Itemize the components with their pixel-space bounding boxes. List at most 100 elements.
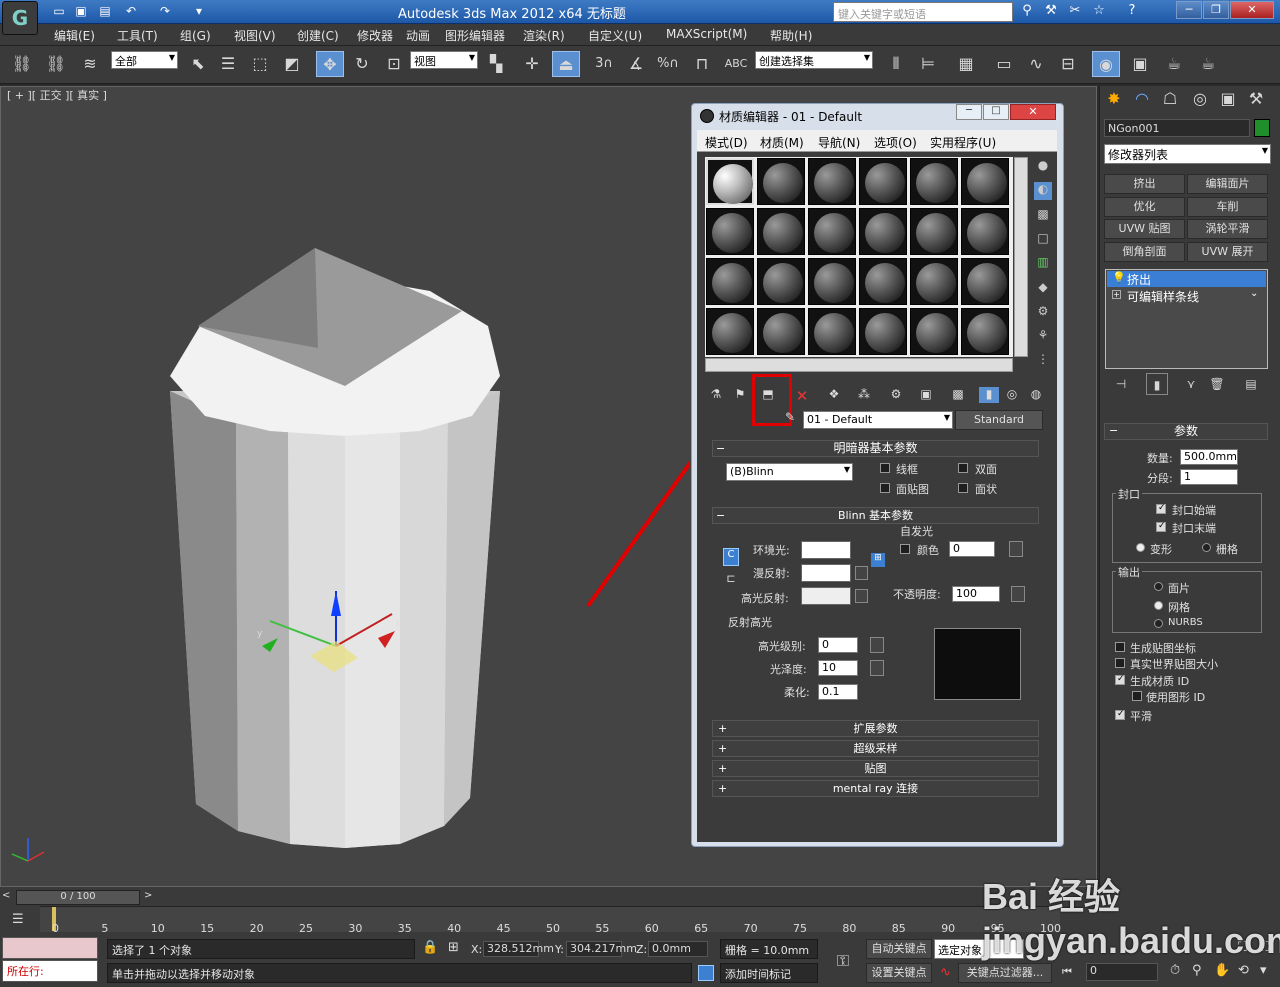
redo-icon[interactable]: ↷ (156, 3, 174, 20)
add-time-tag[interactable]: 添加时间标记 (720, 963, 818, 983)
modify-tab-icon[interactable]: ◠ (1130, 88, 1154, 110)
open-file-icon[interactable]: ▣ (72, 3, 90, 20)
select-object-icon[interactable]: ⬉ (184, 51, 212, 77)
material-sample-slot[interactable] (910, 308, 958, 355)
sample-slots-vscrollbar[interactable] (1014, 157, 1028, 357)
put-to-scene-icon[interactable]: ⚑ (730, 387, 750, 403)
material-type-button[interactable]: Standard (955, 410, 1043, 430)
manipulate-icon[interactable]: ✛ (518, 51, 546, 77)
rectangular-selection-icon[interactable]: ⬚ (246, 51, 274, 77)
material-sample-slot[interactable] (910, 158, 958, 205)
supersampling-rollout[interactable]: 超级采样 (712, 740, 1039, 757)
select-by-material-icon[interactable]: ⚘ (1034, 328, 1052, 346)
maxscript-listener-mini[interactable] (2, 937, 98, 959)
pin-stack-icon[interactable]: ⊣ (1110, 373, 1132, 395)
faceted-checkbox[interactable] (958, 483, 968, 493)
reset-map-icon[interactable]: ✕ (792, 387, 812, 405)
field-of-view-icon[interactable]: ▾ (1260, 963, 1267, 978)
material-sample-slot[interactable] (808, 158, 856, 205)
options-icon[interactable]: ⚙ (1034, 304, 1052, 322)
lock-diffuse-specular-button[interactable]: ⊏ (723, 572, 739, 588)
sample-uv-tiling-icon[interactable]: □ (1034, 231, 1052, 249)
menu-animation[interactable]: 动画 (406, 27, 430, 44)
diffuse-map-button[interactable] (855, 566, 868, 580)
material-sample-slot[interactable] (706, 308, 754, 355)
time-tag-icon[interactable] (698, 965, 714, 981)
face-map-checkbox[interactable] (880, 483, 890, 493)
lock-ambient-diffuse-button[interactable]: C (723, 548, 739, 566)
specular-map-button[interactable] (855, 589, 868, 603)
track-bar-icon[interactable]: ☰ (12, 912, 24, 927)
ambient-color-swatch[interactable] (801, 541, 851, 559)
menu-views[interactable]: 视图(V) (234, 27, 276, 44)
y-coordinate-field[interactable]: 304.217mm (566, 941, 637, 957)
mated-menu-options[interactable]: 选项(O) (874, 134, 917, 151)
material-sample-slot[interactable] (859, 158, 907, 205)
go-forward-to-sibling-icon[interactable]: ◍ (1026, 387, 1046, 403)
binoculars-icon[interactable]: ⚲ (1017, 3, 1037, 21)
undo-icon[interactable]: ↶ (122, 3, 140, 20)
specular-level-map-button[interactable] (870, 637, 884, 653)
timeline-prev-arrow[interactable]: < (2, 890, 14, 904)
make-preview-icon[interactable]: ◆ (1034, 280, 1052, 298)
menu-modifiers[interactable]: 修改器 (357, 27, 393, 44)
render-setup-icon[interactable]: ▣ (1126, 51, 1154, 77)
display-tab-icon[interactable]: ▣ (1216, 88, 1240, 110)
material-name-field[interactable]: 01 - Default (803, 411, 953, 429)
make-unique-icon[interactable]: ⁂ (854, 387, 874, 403)
material-sample-slot[interactable] (961, 158, 1009, 205)
object-color-swatch[interactable] (1254, 119, 1270, 137)
keyboard-shortcut-override-icon[interactable]: ⏏ (552, 51, 580, 77)
material-sample-slot[interactable] (961, 258, 1009, 305)
lock-map-icon[interactable]: ⊞ (871, 553, 885, 567)
rollout-expand-icon[interactable]: + (718, 722, 727, 735)
cap-end-checkbox[interactable] (1156, 521, 1166, 532)
help-icon[interactable]: ? (1122, 3, 1142, 21)
diffuse-color-swatch[interactable] (801, 564, 851, 582)
schematic-view-icon[interactable]: ⊟ (1054, 51, 1082, 77)
select-and-move-icon[interactable]: ✥ (316, 51, 344, 77)
pick-material-from-object-icon[interactable]: ✎ (780, 410, 800, 426)
menu-customize[interactable]: 自定义(U) (588, 27, 642, 44)
maps-rollout[interactable]: 贴图 (712, 760, 1039, 777)
modifier-edit-patch-button[interactable]: 编辑面片 (1187, 174, 1268, 194)
material-sample-slot[interactable] (757, 308, 805, 355)
modifier-uvw-map-button[interactable]: UVW 贴图 (1104, 219, 1185, 239)
parameters-collapse-icon[interactable]: − (1109, 424, 1118, 437)
grid-radio[interactable] (1202, 543, 1211, 552)
mated-minimize-button[interactable]: ─ (956, 104, 982, 120)
sample-slots-hscrollbar[interactable] (705, 358, 1013, 372)
stack-item-extrude[interactable]: 挤出 (1107, 271, 1266, 287)
set-key-icon[interactable]: ⚿ (830, 951, 856, 973)
show-end-result-stack-icon[interactable]: ▮ (1146, 373, 1168, 395)
modifier-list-dropdown[interactable]: 修改器列表 (1104, 144, 1271, 164)
time-config-icon[interactable]: ⏱ (1170, 963, 1180, 978)
material-sample-slot[interactable] (910, 258, 958, 305)
angle-snap-icon[interactable]: ∡ (622, 51, 650, 77)
menu-maxscript[interactable]: MAXScript(M) (666, 27, 747, 41)
backlight-icon[interactable]: ◐ (1034, 182, 1052, 200)
material-sample-slot[interactable] (757, 208, 805, 255)
pivot-point-icon[interactable]: ▚ (482, 51, 510, 77)
go-to-parent-icon[interactable]: ◎ (1002, 387, 1022, 403)
create-tab-icon[interactable]: ✸ (1102, 88, 1126, 110)
restore-button[interactable]: ❐ (1203, 1, 1229, 19)
menu-graph-editors[interactable]: 图形编辑器 (445, 27, 505, 44)
use-shape-ids-checkbox[interactable] (1132, 691, 1142, 701)
light-bulb-icon[interactable]: 💡 (1112, 271, 1126, 284)
material-sample-slot[interactable] (706, 208, 754, 255)
new-file-icon[interactable]: ▭ (50, 3, 68, 20)
save-file-icon[interactable]: ▤ (96, 3, 114, 20)
curve-editor-icon[interactable]: ∿ (1022, 51, 1050, 77)
material-sample-slot[interactable] (808, 208, 856, 255)
opacity-map-button[interactable] (1011, 586, 1025, 602)
communication-icon[interactable]: ✂ (1065, 3, 1085, 21)
app-logo-icon[interactable]: G (2, 1, 38, 35)
reference-coordinate-dropdown[interactable]: 视图 (410, 51, 478, 69)
material-sample-slot[interactable] (808, 258, 856, 305)
background-icon[interactable]: ▩ (1034, 207, 1052, 225)
real-world-checkbox[interactable] (1115, 658, 1125, 668)
close-button[interactable]: ✕ (1230, 1, 1274, 19)
shader-rollout-collapse[interactable]: − (716, 442, 725, 455)
material-sample-slot[interactable] (706, 158, 754, 205)
